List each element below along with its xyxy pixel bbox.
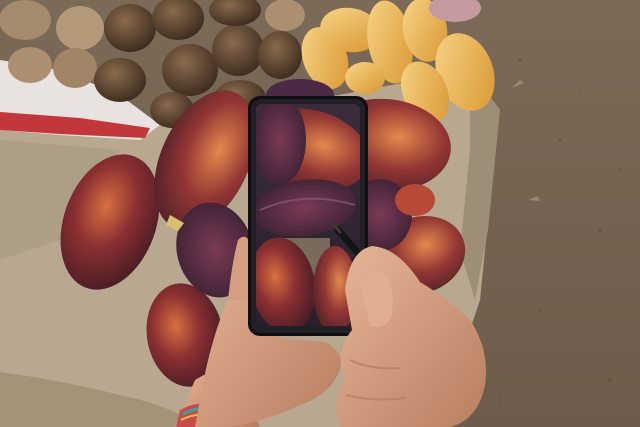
photo-scene: [0, 0, 640, 427]
photo-illustration: [0, 0, 640, 427]
